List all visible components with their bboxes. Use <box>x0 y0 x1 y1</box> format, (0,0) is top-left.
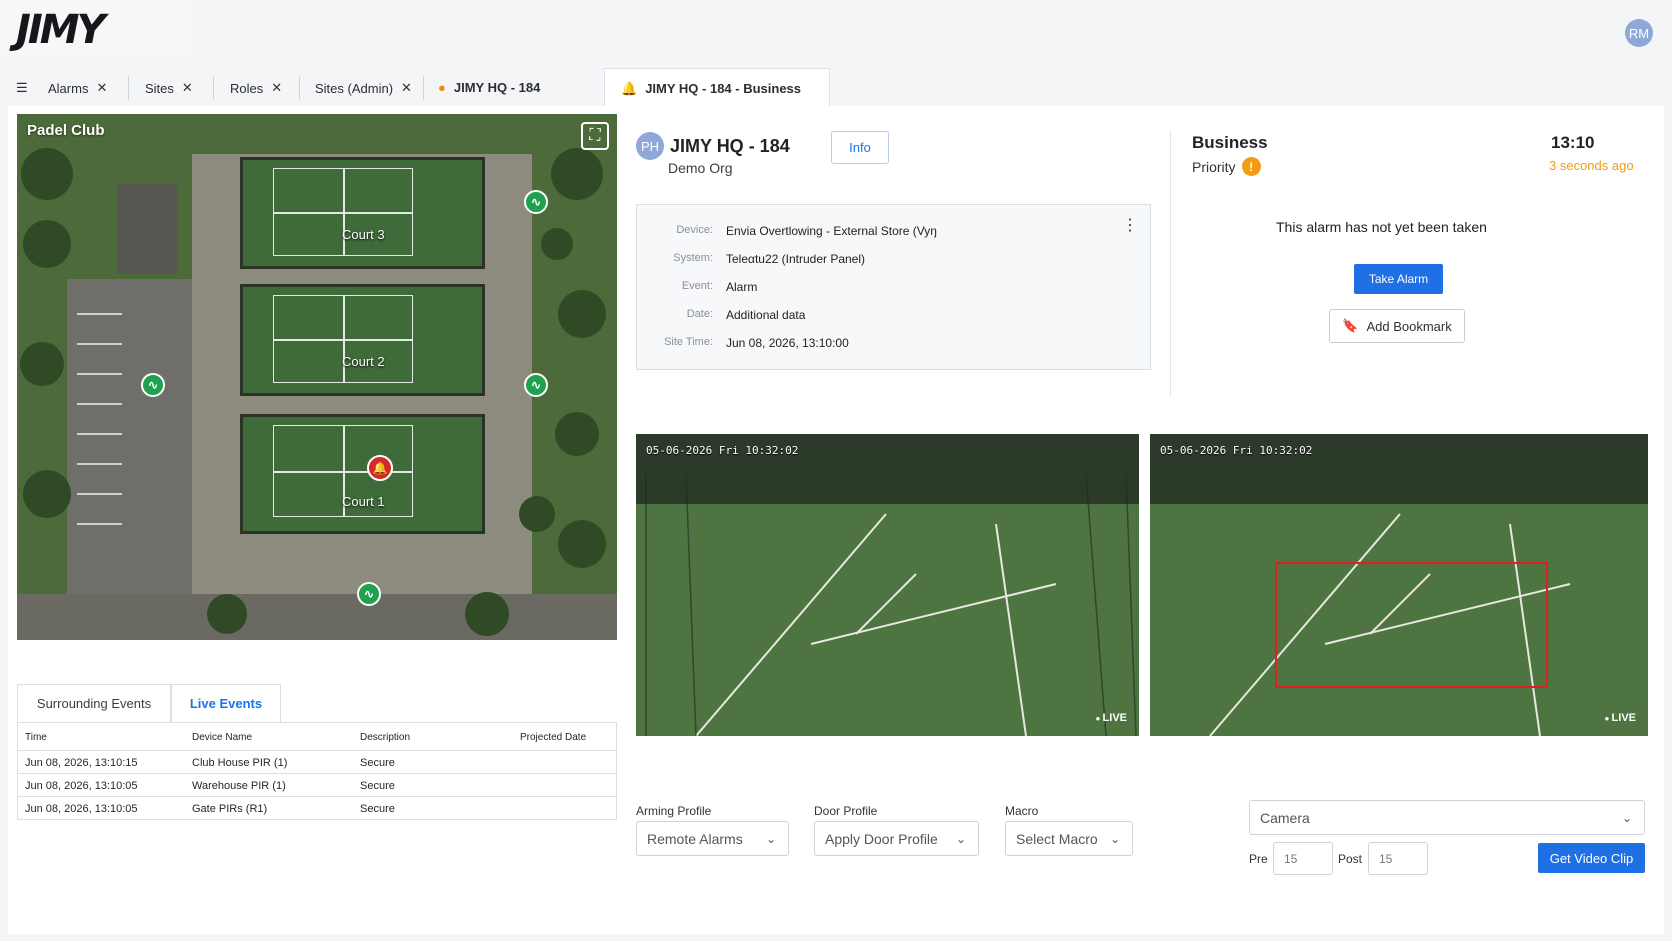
macro-label: Macro <box>1005 804 1039 818</box>
arming-profile-select[interactable]: Remote Alarms ⌄ <box>636 821 789 856</box>
court-label: Court 1 <box>342 494 385 509</box>
court-3 <box>240 157 485 269</box>
sensor-pin-icon[interactable]: ∿ <box>524 373 548 397</box>
sensor-pin-icon[interactable]: ∿ <box>141 373 165 397</box>
warning-icon: ! <box>1241 157 1261 176</box>
alarm-time: 13:10 <box>1551 133 1595 152</box>
camera-timestamp: 05-06-2026 Fri 10:32:02 <box>646 444 799 457</box>
alarm-type: Business <box>1192 133 1268 152</box>
site-map[interactable]: Court 3 Court 2 Court 1 Padel Club ⛶ ∿ ∿… <box>17 114 617 640</box>
camera-select[interactable]: Camera ⌄ <box>1249 800 1645 835</box>
post-input[interactable]: 15 <box>1368 842 1428 875</box>
sensor-pin-icon[interactable]: ∿ <box>357 582 381 606</box>
flame-icon: ● <box>438 80 446 95</box>
priority: Priority! <box>1192 157 1261 176</box>
table-row[interactable]: Jun 08, 2026, 13:10:05 Gate PIRs (R1) Se… <box>17 797 617 820</box>
table-row[interactable]: Jun 08, 2026, 13:10:15 Club House PIR (1… <box>17 751 617 774</box>
court-label: Court 2 <box>342 354 385 369</box>
org-name: Demo Org <box>668 160 733 176</box>
tab-sites-admin[interactable]: Sites (Admin) ✕ <box>315 80 412 96</box>
door-profile-label: Door Profile <box>814 804 878 818</box>
bell-icon: 🔔 <box>621 80 638 96</box>
camera-feed-2[interactable]: 05-06-2026 Fri 10:32:02 ● LIVE <box>1150 434 1648 736</box>
close-icon[interactable]: ✕ <box>271 80 282 96</box>
site-time-value: Jun 08, 2026, 13:10:00 <box>726 336 849 350</box>
macro-select[interactable]: Select Macro ⌄ <box>1005 821 1133 856</box>
close-icon[interactable]: ✕ <box>401 80 412 96</box>
bookmark-icon: 🔖 <box>1342 318 1359 333</box>
tab-jimy-hq[interactable]: ● JIMY HQ - 184 <box>438 80 540 95</box>
event-value: Alarm <box>726 280 758 294</box>
user-avatar[interactable]: RM <box>1625 19 1653 47</box>
close-icon[interactable]: ✕ <box>96 80 107 96</box>
alarm-status: This alarm has not yet been taken <box>1276 219 1487 235</box>
site-avatar: PH <box>636 132 664 160</box>
camera-feed-1[interactable]: 05-06-2026 Fri 10:32:02 ● LIVE <box>636 434 1139 736</box>
court-1 <box>240 414 485 534</box>
tab-roles[interactable]: Roles ✕ <box>230 80 282 96</box>
court-label: Court 3 <box>342 227 385 242</box>
close-icon[interactable]: ✕ <box>182 80 193 96</box>
system-value: Teleαtu22 (Intruder Panel) <box>726 252 866 266</box>
live-badge: ● LIVE <box>1095 712 1127 724</box>
camera-image <box>636 434 1139 736</box>
tab-sites[interactable]: Sites ✕ <box>145 80 193 96</box>
logo: JIMY <box>0 0 190 58</box>
get-video-clip-button[interactable]: Get Video Clip <box>1538 843 1645 873</box>
tab-jimy-hq-business[interactable]: 🔔 JIMY HQ - 184 - Business <box>604 68 831 108</box>
site-name: JIMY HQ - 184 <box>670 136 790 156</box>
date-value: Additional data <box>726 308 806 322</box>
chevron-down-icon: ⌄ <box>955 831 966 846</box>
device-value: Envia Overtlowing - External Store (Vyŋ <box>726 224 937 238</box>
chevron-down-icon: ⌄ <box>1621 810 1632 825</box>
alarm-details: ⋮ Device: Envia Overtlowing - External St… <box>636 204 1151 370</box>
pre-input[interactable]: 15 <box>1273 842 1333 875</box>
divider <box>1170 130 1171 396</box>
pre-label: Pre <box>1249 852 1268 866</box>
tab-alarms[interactable]: Alarms ✕ <box>48 80 107 96</box>
alarm-pin-icon[interactable]: 🔔 <box>367 455 393 481</box>
chevron-down-icon: ⌄ <box>765 831 776 846</box>
court-2 <box>240 284 485 396</box>
live-badge: ● LIVE <box>1604 712 1636 724</box>
alarm-ago: 3 seconds ago <box>1549 158 1634 173</box>
menu-icon[interactable]: ☰ <box>16 80 28 96</box>
chevron-down-icon: ⌄ <box>1109 831 1120 846</box>
info-button[interactable]: Info <box>831 131 889 164</box>
tab-live-events[interactable]: Live Events <box>171 684 281 722</box>
camera-image <box>1150 434 1648 736</box>
map-title: Padel Club <box>27 122 105 139</box>
add-bookmark-button[interactable]: 🔖 Add Bookmark <box>1329 309 1465 343</box>
events-table: Time Device Name Description Projected D… <box>17 722 617 820</box>
camera-timestamp: 05-06-2026 Fri 10:32:02 <box>1160 444 1313 457</box>
post-label: Post <box>1338 852 1363 866</box>
door-profile-select[interactable]: Apply Door Profile ⌄ <box>814 821 979 856</box>
tab-bar: ☰ Alarms ✕ Sites ✕ Roles ✕ Sites (Admin) ✕ ●… <box>0 64 1672 108</box>
table-row[interactable]: Jun 08, 2026, 13:10:05 Warehouse PIR (1)… <box>17 774 617 797</box>
table-header: Time Device Name Description Projected D… <box>17 723 617 751</box>
arming-profile-label: Arming Profile <box>636 804 712 818</box>
fullscreen-icon[interactable]: ⛶ <box>581 122 609 150</box>
tab-surrounding-events[interactable]: Surrounding Events <box>17 684 171 722</box>
more-icon[interactable]: ⋮ <box>1122 215 1138 235</box>
take-alarm-button[interactable]: Take Alarm <box>1354 264 1443 294</box>
sensor-pin-icon[interactable]: ∿ <box>524 190 548 214</box>
